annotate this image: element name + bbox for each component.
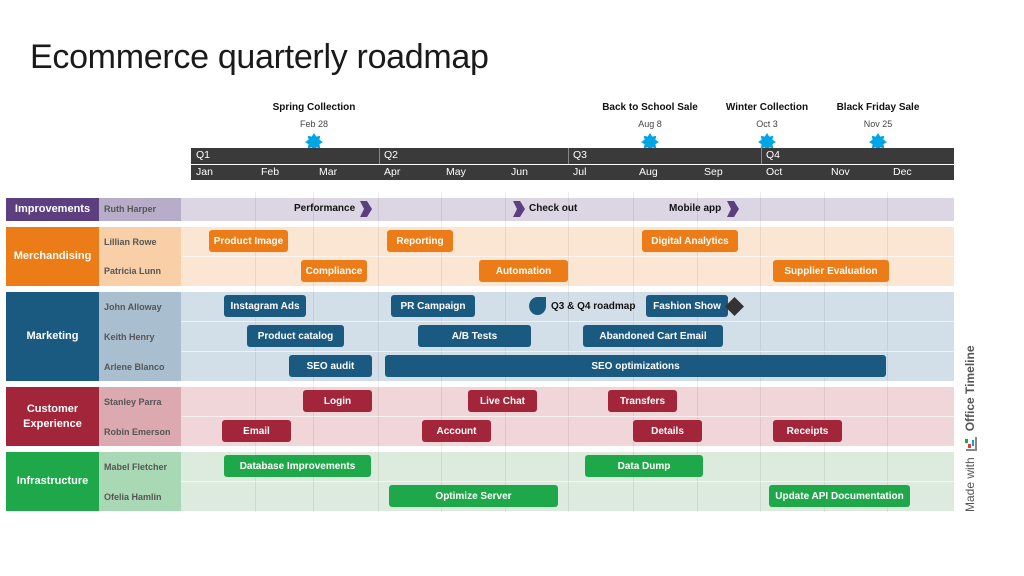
group-label-customer-experience: Customer Experience xyxy=(6,387,99,446)
row-separator xyxy=(181,481,954,482)
credit: Made with Office Timeline xyxy=(962,345,978,512)
task-database-improvements[interactable]: Database Improvements xyxy=(224,455,371,477)
quarter-divider xyxy=(568,148,569,164)
task-instagram-ads[interactable]: Instagram Ads xyxy=(224,295,306,317)
month-label: Jul xyxy=(573,166,587,178)
month-label: Sep xyxy=(704,166,723,178)
chevron-right-icon xyxy=(727,201,739,217)
owner-name: Stanley Parra xyxy=(104,397,162,407)
owner-name: Lillian Rowe xyxy=(104,237,157,247)
owner-name: Robin Emerson xyxy=(104,427,171,437)
group-label-merchandising: Merchandising xyxy=(6,227,99,286)
task-transfers[interactable]: Transfers xyxy=(608,390,677,412)
gridline xyxy=(568,192,569,512)
month-label: Aug xyxy=(639,166,658,178)
milestone-check-out[interactable]: Check out xyxy=(529,203,577,214)
task-receipts[interactable]: Receipts xyxy=(773,420,842,442)
group-label-improvements: Improvements xyxy=(6,198,99,221)
quarter-label: Q4 xyxy=(766,149,781,161)
group-label-marketing: Marketing xyxy=(6,292,99,381)
milestone-performance[interactable]: Performance xyxy=(294,203,355,214)
month-scale: Jan Feb Mar Apr May Jun Jul Aug Sep Oct … xyxy=(191,165,954,180)
owner-column xyxy=(99,227,181,286)
milestone-date: Nov 25 xyxy=(863,119,893,129)
milestone-label: Spring Collection xyxy=(272,102,356,113)
task-product-image[interactable]: Product Image xyxy=(209,230,288,252)
credit-prefix: Made with xyxy=(963,457,977,512)
group-label-infrastructure: Infrastructure xyxy=(6,452,99,511)
gridline xyxy=(824,192,825,512)
task-digital-analytics[interactable]: Digital Analytics xyxy=(642,230,738,252)
month-label: Jan xyxy=(196,166,213,178)
milestone-label: Black Friday Sale xyxy=(836,102,920,113)
task-pr-campaign[interactable]: PR Campaign xyxy=(391,295,475,317)
task-product-catalog[interactable]: Product catalog xyxy=(247,325,344,347)
task-supplier-evaluation[interactable]: Supplier Evaluation xyxy=(773,260,889,282)
month-label: Apr xyxy=(384,166,401,178)
quarter-divider xyxy=(761,148,762,164)
month-label: Nov xyxy=(831,166,850,178)
diamond-icon xyxy=(725,297,744,316)
gridline xyxy=(760,192,761,512)
month-label: Oct xyxy=(766,166,783,178)
task-seo-audit[interactable]: SEO audit xyxy=(289,355,372,377)
month-label: Jun xyxy=(511,166,528,178)
task-automation[interactable]: Automation xyxy=(479,260,568,282)
task-email[interactable]: Email xyxy=(222,420,291,442)
owner-name: Arlene Blanco xyxy=(104,362,165,372)
task-details[interactable]: Details xyxy=(633,420,702,442)
milestone-q3-q4-roadmap[interactable]: Q3 & Q4 roadmap xyxy=(551,301,635,312)
task-fashion-show[interactable]: Fashion Show xyxy=(646,295,728,317)
quarter-label: Q1 xyxy=(196,149,211,161)
quarter-scale: Q1 Q2 Q3 Q4 xyxy=(191,148,954,164)
chevron-right-icon xyxy=(360,201,372,217)
milestone-mobile-app[interactable]: Mobile app xyxy=(669,203,721,214)
task-account[interactable]: Account xyxy=(422,420,491,442)
page-title: Ecommerce quarterly roadmap xyxy=(30,38,489,76)
owner-column xyxy=(99,452,181,511)
task-live-chat[interactable]: Live Chat xyxy=(468,390,537,412)
owner-name: Ruth Harper xyxy=(104,204,157,214)
task-seo-optimizations[interactable]: SEO optimizations xyxy=(385,355,886,377)
milestone-spring-collection[interactable]: Spring Collection Feb 28 xyxy=(244,102,384,129)
task-compliance[interactable]: Compliance xyxy=(301,260,367,282)
month-label: May xyxy=(446,166,466,178)
office-timeline-logo-icon xyxy=(965,437,977,452)
row-separator xyxy=(181,351,954,352)
chevron-right-icon xyxy=(513,201,525,217)
gridline xyxy=(887,192,888,512)
quarter-label: Q3 xyxy=(573,149,588,161)
owner-column xyxy=(99,387,181,446)
row-separator xyxy=(181,321,954,322)
task-ab-tests[interactable]: A/B Tests xyxy=(418,325,531,347)
gridline xyxy=(505,192,506,512)
task-reporting[interactable]: Reporting xyxy=(387,230,453,252)
milestone-black-friday[interactable]: Black Friday Sale Nov 25 xyxy=(808,102,948,129)
owner-name: Ofelia Hamlin xyxy=(104,492,162,502)
month-label: Mar xyxy=(319,166,338,178)
owner-name: Mabel Fletcher xyxy=(104,462,168,472)
gridline xyxy=(378,192,379,512)
quarter-label: Q2 xyxy=(384,149,399,161)
milestone-date: Feb 28 xyxy=(299,119,329,129)
row-separator xyxy=(181,416,954,417)
task-abandoned-cart-email[interactable]: Abandoned Cart Email xyxy=(583,325,723,347)
credit-brand: Office Timeline xyxy=(963,345,977,432)
task-update-api-documentation[interactable]: Update API Documentation xyxy=(769,485,910,507)
month-label: Feb xyxy=(261,166,280,178)
row-separator xyxy=(181,256,954,257)
milestone-drop-icon xyxy=(529,297,546,315)
task-login[interactable]: Login xyxy=(303,390,372,412)
owner-name: John Alloway xyxy=(104,302,162,312)
owner-name: Patricia Lunn xyxy=(104,266,162,276)
task-data-dump[interactable]: Data Dump xyxy=(585,455,703,477)
owner-name: Keith Henry xyxy=(104,332,155,342)
month-label: Dec xyxy=(893,166,912,178)
task-optimize-server[interactable]: Optimize Server xyxy=(389,485,558,507)
quarter-divider xyxy=(379,148,380,164)
